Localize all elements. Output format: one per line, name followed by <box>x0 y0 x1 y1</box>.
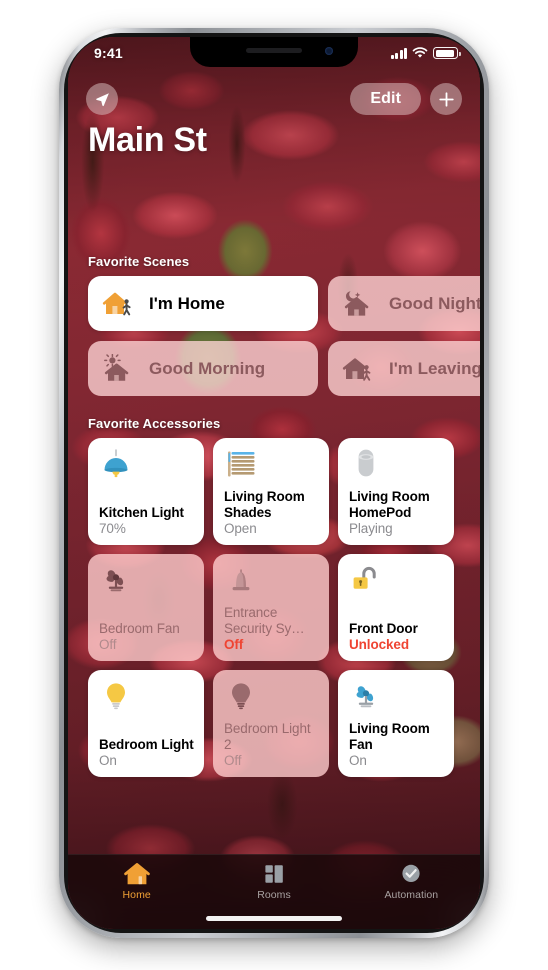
earpiece-speaker-icon <box>246 48 302 53</box>
accessory-card-front-door[interactable]: Front Door Unlocked <box>338 554 454 661</box>
scene-card-good-morning[interactable]: Good Morning <box>88 341 318 396</box>
house-walk-icon <box>342 354 376 384</box>
accessory-name: Front Door <box>349 620 418 636</box>
favorite-scenes-label: Favorite Scenes <box>88 254 190 269</box>
navigation-bar: Edit <box>68 75 480 115</box>
siren-icon <box>224 564 258 598</box>
house-icon <box>123 861 151 887</box>
iphone-screen: 9:41 Edit Main St Favorite Scenes I'm Ho… <box>68 37 480 929</box>
status-bar-time: 9:41 <box>94 45 123 61</box>
accessory-status: Off <box>224 637 244 652</box>
accessory-card-bedroom-light-2[interactable]: Bedroom Light 2 Off <box>213 670 329 777</box>
favorite-accessories-label: Favorite Accessories <box>88 416 221 431</box>
add-button[interactable] <box>430 83 462 115</box>
accessory-card-bedroom-light[interactable]: Bedroom Light On <box>88 670 204 777</box>
screenshot-canvas: 9:41 Edit Main St Favorite Scenes I'm Ho… <box>0 0 548 970</box>
plus-icon <box>438 91 454 107</box>
scene-name: I'm Leaving <box>389 358 480 378</box>
rooms-grid-icon <box>260 861 288 887</box>
home-app: Edit Main St Favorite Scenes I'm Home Go… <box>68 37 480 929</box>
accessory-name: Kitchen Light <box>99 504 184 520</box>
location-arrow-icon <box>95 92 109 106</box>
accessory-name: Living Room HomePod <box>349 489 430 520</box>
scene-name: I'm Home <box>149 293 225 313</box>
accessory-name: Bedroom Light <box>99 736 194 752</box>
wifi-icon <box>412 47 428 58</box>
accessory-card-kitchen-light[interactable]: Kitchen Light 70% <box>88 438 204 545</box>
accessory-card-entrance-security-system[interactable]: Entrance Security Sy… Off <box>213 554 329 661</box>
display-notch <box>190 37 358 67</box>
scene-card-good-night[interactable]: Good Night <box>328 276 480 331</box>
accessory-status: Playing <box>349 521 393 536</box>
bulb-icon <box>99 680 133 714</box>
navigation-actions: Edit <box>350 83 462 115</box>
fan-icon <box>99 564 133 598</box>
battery-icon <box>433 47 461 59</box>
location-button[interactable] <box>86 83 118 115</box>
tab-home[interactable]: Home <box>68 861 205 901</box>
favorite-scenes-grid: I'm Home Good Night Good Morning I'm Lea… <box>68 276 480 396</box>
accessory-status: Off <box>224 753 242 768</box>
accessory-card-living-room-fan[interactable]: Living Room Fan On <box>338 670 454 777</box>
accessory-status: Off <box>99 637 117 652</box>
status-bar-indicators <box>390 47 461 59</box>
window-blinds-icon <box>224 448 258 482</box>
accessory-name: Living Room Fan <box>349 721 430 752</box>
accessory-card-living-room-homepod[interactable]: Living Room HomePod Playing <box>338 438 454 545</box>
accessory-status: Unlocked <box>349 637 409 652</box>
accessory-name: Entrance Security Sy… <box>224 605 305 636</box>
clock-check-icon <box>397 861 425 887</box>
pendant-lamp-icon <box>99 448 133 482</box>
front-camera-icon <box>325 47 333 55</box>
tab-label: Rooms <box>257 889 291 901</box>
signal-bars-icon <box>390 47 407 59</box>
accessory-status: On <box>99 753 117 768</box>
accessory-name: Living Room Shades <box>224 489 305 520</box>
moon-house-icon <box>342 289 376 319</box>
tab-rooms[interactable]: Rooms <box>205 861 342 901</box>
homepod-icon <box>349 448 383 482</box>
favorite-accessories-grid: Kitchen Light 70% Living Room Shades Ope… <box>68 438 480 777</box>
house-person-icon <box>102 289 136 319</box>
favorite-accessories-section: Favorite Accessories Kitchen Light 70% L… <box>68 416 480 777</box>
accessory-name: Bedroom Light 2 <box>224 721 311 752</box>
accessory-name: Bedroom Fan <box>99 620 180 636</box>
fan-icon <box>349 680 383 714</box>
accessory-card-living-room-shades[interactable]: Living Room Shades Open <box>213 438 329 545</box>
accessory-card-bedroom-fan[interactable]: Bedroom Fan Off <box>88 554 204 661</box>
tab-automation[interactable]: Automation <box>343 861 480 901</box>
home-scroll-view[interactable]: Edit Main St Favorite Scenes I'm Home Go… <box>68 37 480 854</box>
accessory-status: On <box>349 753 367 768</box>
accessory-status: Open <box>224 521 257 536</box>
scene-card-im-home[interactable]: I'm Home <box>88 276 318 331</box>
edit-button[interactable]: Edit <box>350 83 421 115</box>
page-title: Main St <box>88 121 207 159</box>
scene-name: Good Night <box>389 293 480 313</box>
tab-label: Home <box>122 889 151 901</box>
scene-name: Good Morning <box>149 358 266 378</box>
favorite-scenes-section: Favorite Scenes I'm Home Good Night Good… <box>68 254 480 396</box>
unlocked-lock-icon <box>349 564 383 598</box>
accessory-status: 70% <box>99 521 126 536</box>
bulb-icon <box>224 680 258 714</box>
scene-card-im-leaving[interactable]: I'm Leaving <box>328 341 480 396</box>
home-indicator[interactable] <box>206 916 342 921</box>
sun-house-icon <box>102 353 136 384</box>
tab-label: Automation <box>384 889 439 901</box>
